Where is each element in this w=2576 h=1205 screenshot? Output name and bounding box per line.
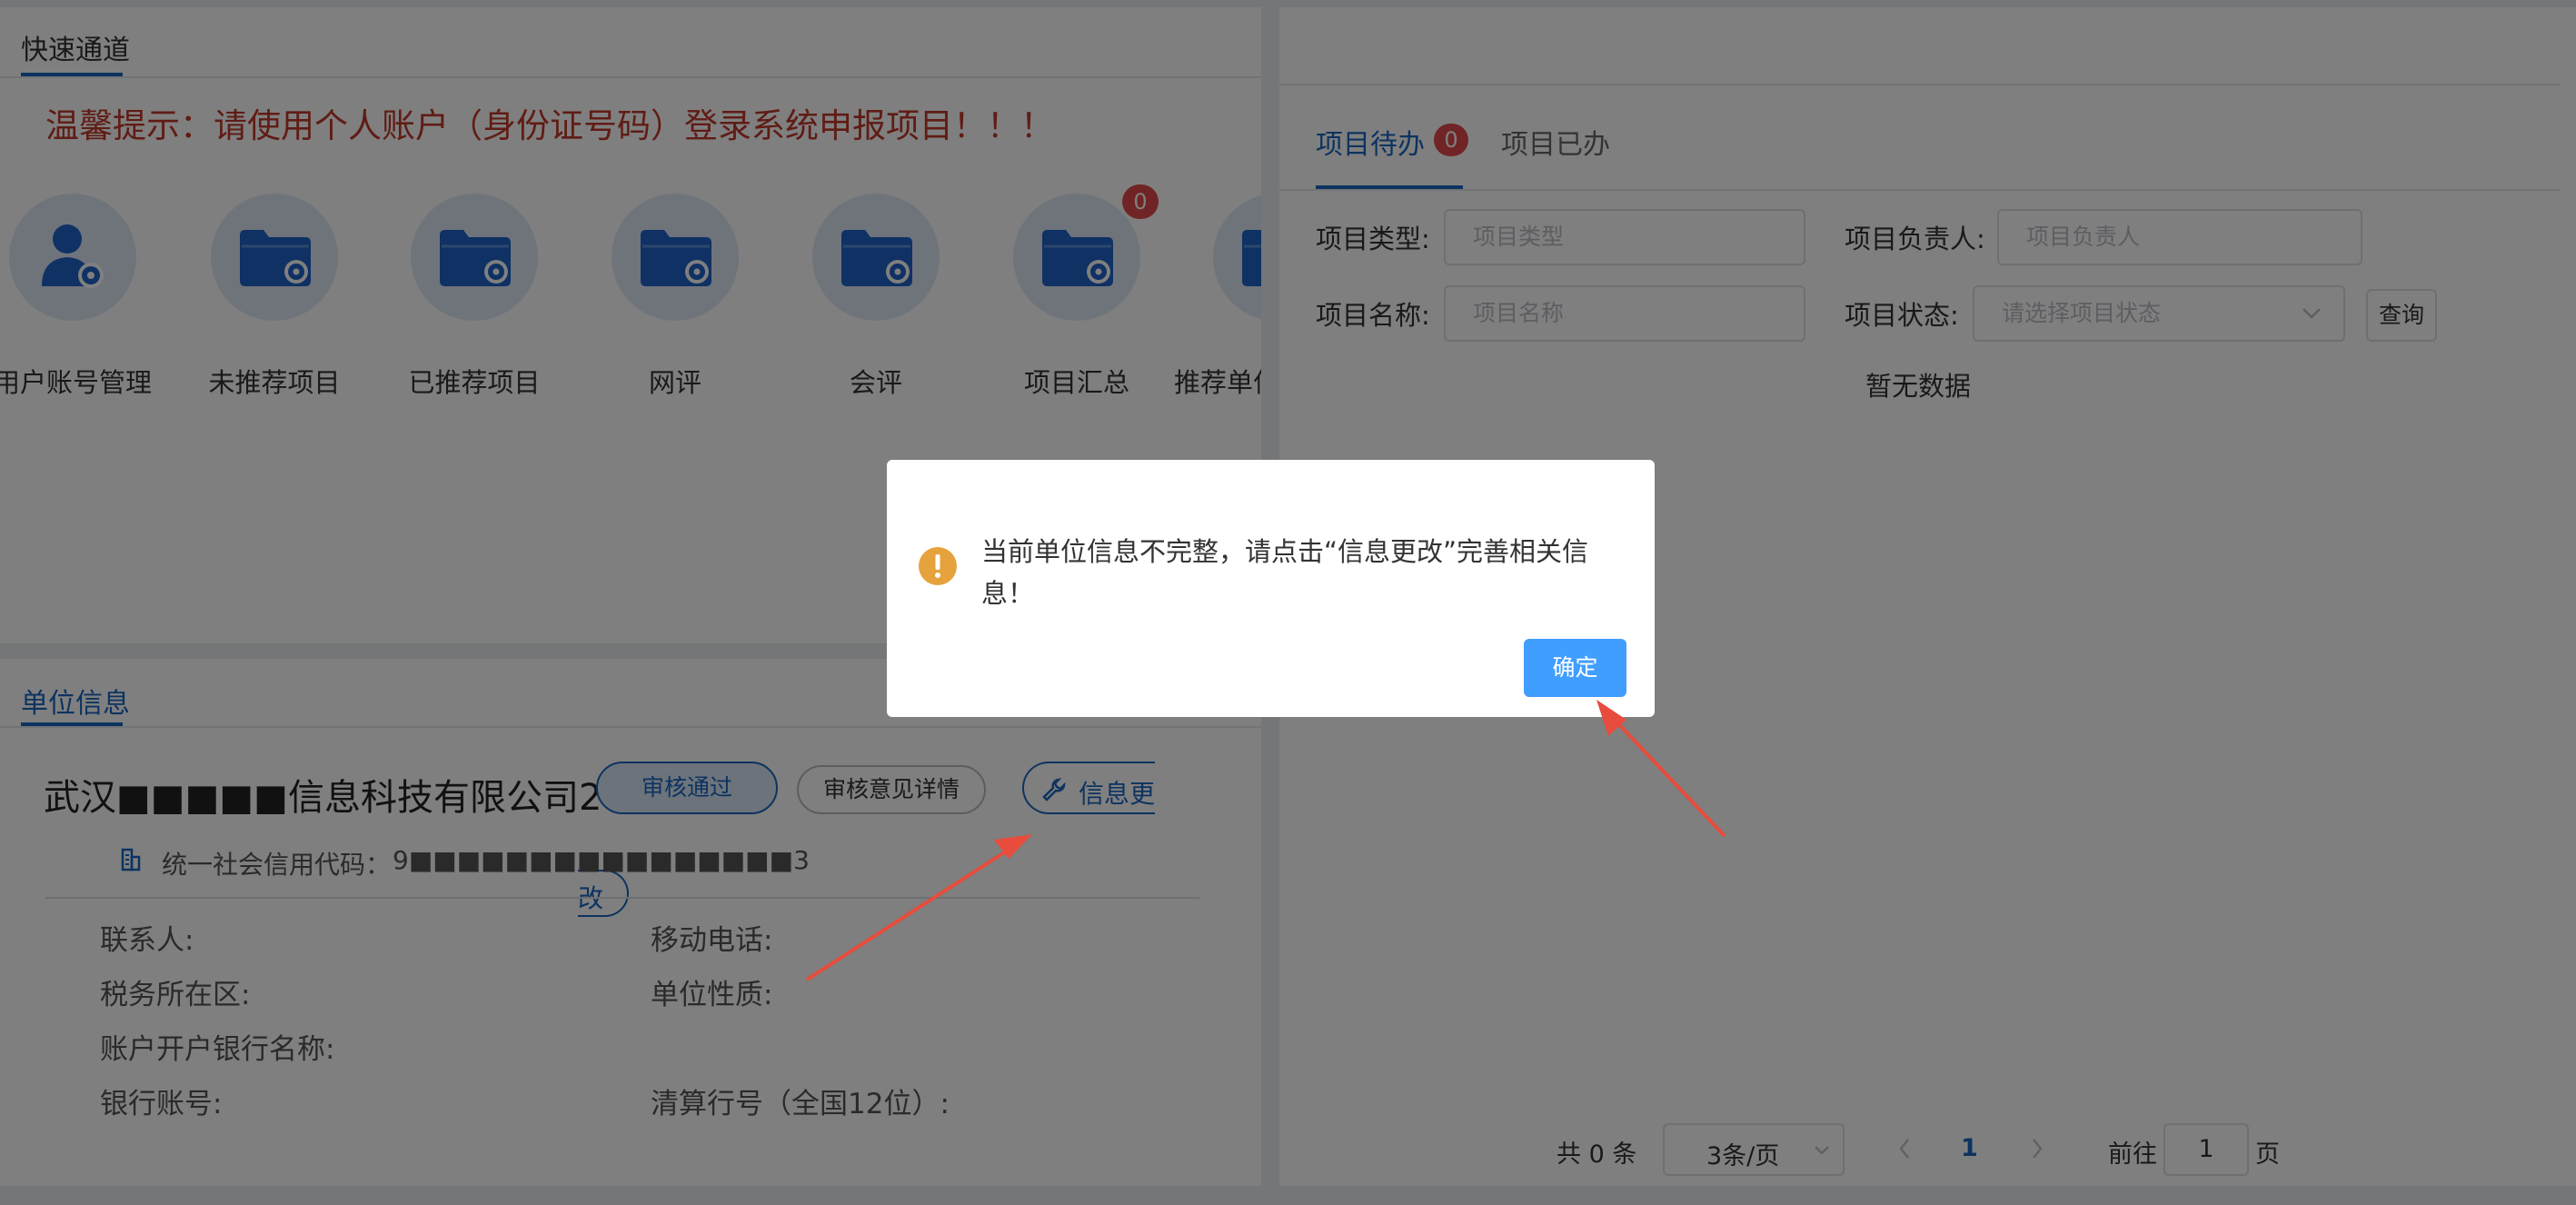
- annotation-arrows: [805, 700, 1726, 981]
- arrow-to-confirm-button: [1596, 700, 1726, 838]
- arrow-to-edit-button: [805, 834, 1032, 981]
